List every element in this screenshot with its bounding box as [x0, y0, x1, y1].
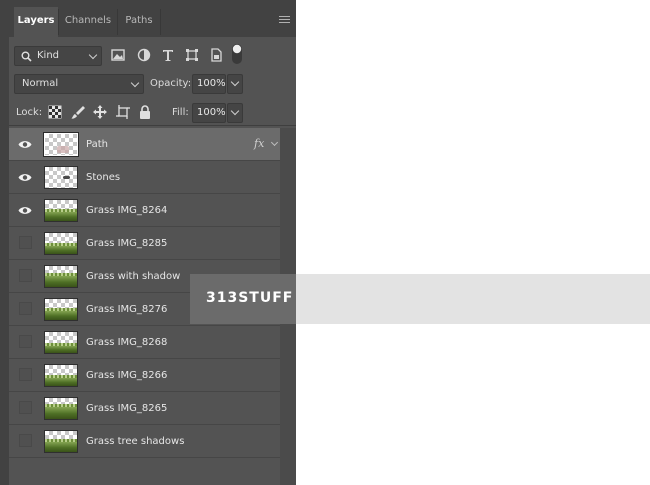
hidden-visibility-box	[19, 368, 32, 381]
hidden-visibility-box	[19, 236, 32, 249]
layers-panel: Layers Channels Paths Kind Normal Opacit…	[0, 0, 296, 485]
layer-thumbnail	[44, 199, 78, 222]
hidden-visibility-box	[19, 335, 32, 348]
eye-icon	[18, 174, 32, 181]
layer-effects-icon[interactable]: fx	[254, 137, 264, 150]
layer-name: Grass IMG_8265	[86, 403, 168, 414]
watermark-text: 313STUFF	[206, 290, 294, 306]
layer-name: Path	[86, 139, 108, 150]
visibility-toggle[interactable]	[9, 227, 41, 259]
fill-label: Fill:	[172, 107, 189, 118]
divider	[9, 125, 296, 126]
type-filter-icon[interactable]	[160, 47, 176, 63]
layer-row[interactable]: Grass tree shadows	[9, 425, 280, 458]
tab-bar: Layers Channels Paths	[9, 0, 296, 37]
visibility-toggle[interactable]	[9, 425, 41, 457]
filter-kind-select[interactable]: Kind	[14, 46, 102, 66]
visibility-toggle[interactable]	[9, 128, 41, 160]
layer-thumbnail	[44, 430, 78, 453]
panel-edge	[0, 0, 9, 485]
lock-artboard-icon[interactable]	[115, 104, 131, 120]
layer-thumbnail	[44, 331, 78, 354]
layer-thumbnail	[43, 132, 79, 157]
layer-row[interactable]: Grass IMG_8285	[9, 227, 280, 260]
chevron-down-icon	[230, 106, 240, 116]
search-icon	[21, 51, 32, 62]
chevron-down-icon[interactable]	[270, 138, 279, 147]
smart-object-filter-icon[interactable]	[208, 47, 224, 63]
layer-name: Grass tree shadows	[86, 436, 185, 447]
layer-thumbnail	[44, 265, 78, 288]
opacity-dropdown[interactable]	[227, 74, 243, 94]
layer-name: Grass IMG_8268	[86, 337, 168, 348]
visibility-toggle[interactable]	[9, 293, 41, 325]
visibility-toggle[interactable]	[9, 326, 41, 358]
lock-image-pixels-icon[interactable]	[70, 104, 86, 120]
layer-thumbnail	[44, 298, 78, 321]
blend-mode-select[interactable]: Normal	[14, 74, 144, 94]
layer-row[interactable]: Stones	[9, 161, 280, 194]
layer-row[interactable]: Grass IMG_8266	[9, 359, 280, 392]
layer-row[interactable]: Path fx	[9, 128, 280, 161]
watermark-label-bg: 313STUFF	[190, 274, 296, 324]
layer-name: Grass IMG_8264	[86, 205, 168, 216]
hidden-visibility-box	[19, 302, 32, 315]
lock-position-icon[interactable]	[92, 104, 108, 120]
chevron-down-icon	[88, 50, 98, 60]
lock-transparent-pixels-icon[interactable]	[47, 104, 63, 120]
eye-icon	[18, 207, 32, 214]
tab-paths[interactable]: Paths	[118, 7, 160, 37]
lock-label: Lock:	[16, 107, 43, 118]
layer-thumbnail	[44, 397, 78, 420]
filter-kind-label: Kind	[37, 50, 60, 61]
watermark-banner: 313STUFF	[190, 274, 650, 324]
layer-row[interactable]: Grass IMG_8264	[9, 194, 280, 227]
opacity-input[interactable]: 100%	[192, 74, 226, 94]
hidden-visibility-box	[19, 269, 32, 282]
lock-all-icon[interactable]	[137, 104, 153, 120]
visibility-toggle[interactable]	[9, 260, 41, 292]
layer-name: Grass IMG_8266	[86, 370, 168, 381]
panel-menu-icon[interactable]	[279, 16, 290, 25]
layer-thumbnail	[44, 166, 78, 189]
hidden-visibility-box	[19, 434, 32, 447]
fill-dropdown[interactable]	[227, 103, 243, 123]
tab-channels[interactable]: Channels	[59, 7, 117, 37]
blend-mode-value: Normal	[22, 78, 59, 89]
shape-filter-icon[interactable]	[184, 47, 200, 63]
layer-row[interactable]: Grass IMG_8265	[9, 392, 280, 425]
visibility-toggle[interactable]	[9, 194, 41, 226]
chevron-down-icon	[230, 77, 240, 87]
hidden-visibility-box	[19, 401, 32, 414]
tab-layers[interactable]: Layers	[14, 7, 58, 37]
layer-name: Grass IMG_8285	[86, 238, 168, 249]
tab-divider	[160, 9, 161, 35]
layer-thumbnail	[44, 364, 78, 387]
visibility-toggle[interactable]	[9, 161, 41, 193]
layer-thumbnail	[44, 232, 78, 255]
layer-row[interactable]: Grass IMG_8268	[9, 326, 280, 359]
eye-icon	[18, 141, 32, 148]
visibility-toggle[interactable]	[9, 359, 41, 391]
visibility-toggle[interactable]	[9, 392, 41, 424]
chevron-down-icon	[130, 78, 140, 88]
adjustment-filter-icon[interactable]	[136, 47, 152, 63]
opacity-label: Opacity:	[150, 78, 192, 89]
layer-name: Stones	[86, 172, 121, 183]
filter-toggle-icon[interactable]	[230, 43, 244, 65]
image-filter-icon[interactable]	[110, 47, 126, 63]
layer-name: Grass with shadow	[86, 271, 181, 282]
fill-input[interactable]: 100%	[192, 103, 226, 123]
layer-name: Grass IMG_8276	[86, 304, 168, 315]
